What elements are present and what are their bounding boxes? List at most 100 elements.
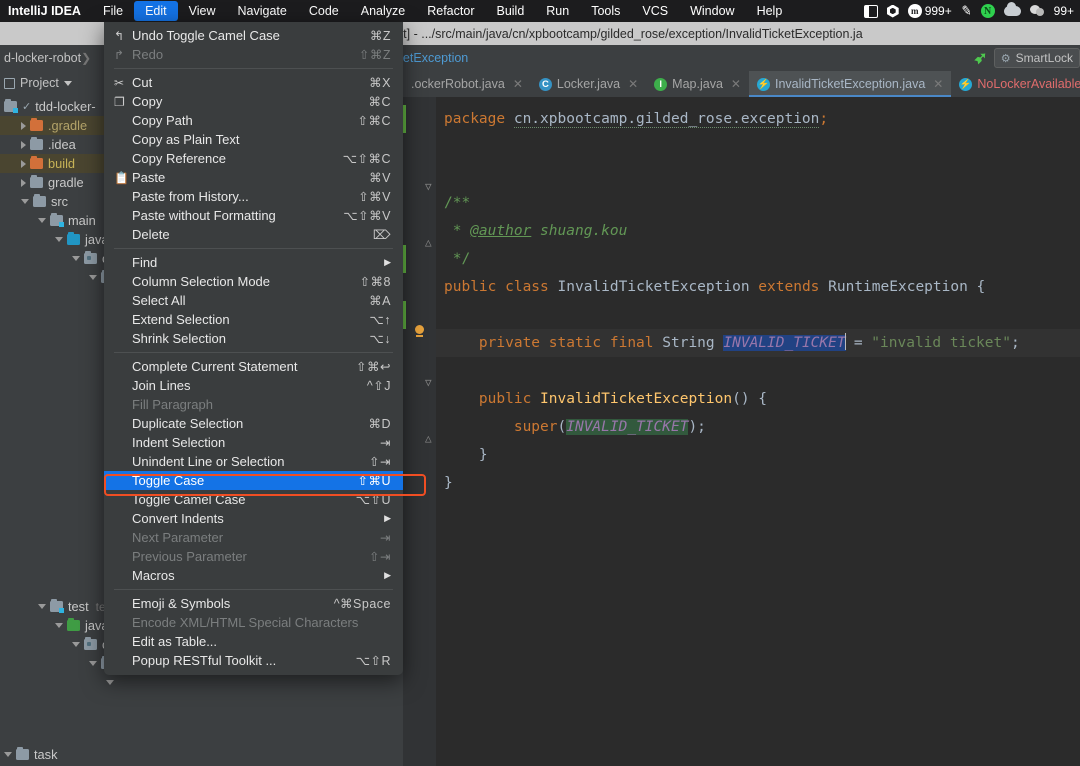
menu-item-paste-without-formatting[interactable]: Paste without Formatting⌥⇧⌘V: [104, 206, 403, 225]
code-line-ctor: public InvalidTicketException() {: [436, 385, 1080, 413]
menu-item-encode-xml-html-special-characters[interactable]: Encode XML/HTML Special Characters: [104, 613, 403, 632]
menu-item-paste[interactable]: 📋Paste⌘V: [104, 168, 403, 187]
collapse-arrow-icon[interactable]: [106, 680, 114, 685]
collapse-arrow-icon[interactable]: [21, 199, 29, 204]
menu-item-undo-toggle-camel-case[interactable]: ↰Undo Toggle Camel Case⌘Z: [104, 26, 403, 45]
menubar-item-build[interactable]: Build: [485, 1, 535, 21]
menu-item-column-selection-mode[interactable]: Column Selection Mode⇧⌘8: [104, 272, 403, 291]
collapse-arrow-icon[interactable]: [38, 218, 46, 223]
menu-item-toggle-camel-case[interactable]: Toggle Camel Case⌥⇧U: [104, 490, 403, 509]
hexagon-icon[interactable]: [887, 5, 899, 18]
menubar-item-help[interactable]: Help: [746, 1, 794, 21]
menu-item-convert-indents[interactable]: Convert Indents▶: [104, 509, 403, 528]
menu-item-duplicate-selection[interactable]: Duplicate Selection⌘D: [104, 414, 403, 433]
menubar-item-refactor[interactable]: Refactor: [416, 1, 485, 21]
menu-item-fill-paragraph[interactable]: Fill Paragraph: [104, 395, 403, 414]
editor-tab[interactable]: ⚡InvalidTicketException.java✕: [749, 71, 951, 97]
menu-item-previous-parameter[interactable]: Previous Parameter⇧⇥: [104, 547, 403, 566]
expand-arrow-icon[interactable]: [21, 160, 26, 168]
menu-item-edit-as-table[interactable]: Edit as Table...: [104, 632, 403, 651]
run-arrow-icon[interactable]: ➳: [969, 48, 993, 68]
run-configuration-selector[interactable]: ⚙ SmartLock: [994, 48, 1080, 68]
menu-item-indent-selection[interactable]: Indent Selection⇥: [104, 433, 403, 452]
menu-item-next-parameter[interactable]: Next Parameter⇥: [104, 528, 403, 547]
collapse-arrow-icon[interactable]: [55, 623, 63, 628]
menubar-item-view[interactable]: View: [178, 1, 227, 21]
menu-item-emoji-symbols[interactable]: Emoji & Symbols^⌘Space: [104, 594, 403, 613]
expand-arrow-icon[interactable]: [21, 141, 26, 149]
evernote-icon[interactable]: N: [981, 4, 995, 18]
expand-arrow-icon[interactable]: [21, 122, 26, 130]
tree-row[interactable]: task: [0, 745, 403, 764]
app-name-label[interactable]: IntelliJ IDEA: [0, 4, 92, 18]
menu-item-shortcut: ⌘X: [369, 75, 391, 90]
menu-item-redo[interactable]: ↱Redo⇧⌘Z: [104, 45, 403, 64]
menubar-item-vcs[interactable]: VCS: [631, 1, 679, 21]
navbar-project-crumb[interactable]: d-locker-robot ❯: [0, 51, 110, 65]
dingtalk-icon[interactable]: m: [908, 4, 922, 18]
close-icon[interactable]: ✕: [513, 77, 523, 91]
menubar-item-navigate[interactable]: Navigate: [227, 1, 298, 21]
menubar-item-tools[interactable]: Tools: [580, 1, 631, 21]
editor-tab[interactable]: CLocker.java✕: [531, 71, 646, 97]
collapse-arrow-icon[interactable]: [72, 642, 80, 647]
close-icon[interactable]: ✕: [933, 77, 943, 91]
menu-item-copy-reference[interactable]: Copy Reference⌥⇧⌘C: [104, 149, 403, 168]
menu-item-unindent-line-or-selection[interactable]: Unindent Line or Selection⇧⇥: [104, 452, 403, 471]
menu-item-join-lines[interactable]: Join Lines^⇧J: [104, 376, 403, 395]
collapse-arrow-icon[interactable]: [4, 752, 12, 757]
expand-arrow-icon[interactable]: [21, 179, 26, 187]
menu-item-copy[interactable]: ❐Copy⌘C: [104, 92, 403, 111]
menubar-status-tray[interactable]: m 999+ ✎ N 99+: [864, 3, 1080, 19]
cloud-icon[interactable]: [1004, 6, 1021, 16]
menu-item-select-all[interactable]: Select All⌘A: [104, 291, 403, 310]
mac-menu-bar[interactable]: IntelliJ IDEA FileEditViewNavigateCodeAn…: [0, 0, 1080, 22]
close-icon[interactable]: ✕: [731, 77, 741, 91]
collapse-arrow-icon[interactable]: [38, 604, 46, 609]
fold-marker-icon[interactable]: ▽: [425, 369, 432, 397]
editor-tab-bar[interactable]: .ockerRobot.java✕CLocker.java✕IMap.java✕…: [403, 71, 1080, 97]
intention-bulb-icon[interactable]: [415, 325, 424, 336]
pen-icon[interactable]: ✎: [960, 2, 973, 19]
code-content[interactable]: package cn.xpbootcamp.gilded_rose.except…: [436, 97, 1080, 766]
editor-tab[interactable]: ⚡NoLockerAvailableException.: [951, 71, 1080, 97]
menu-item-macros[interactable]: Macros▶: [104, 566, 403, 585]
code-editor[interactable]: package cn.xpbootcamp.gilded_rose.except…: [403, 97, 1080, 766]
menu-item-popup-restful-toolkit[interactable]: Popup RESTful Toolkit ...⌥⇧R: [104, 651, 403, 670]
collapse-arrow-icon[interactable]: [89, 661, 97, 666]
menu-item-shrink-selection[interactable]: Shrink Selection⌥↓: [104, 329, 403, 348]
fold-marker-icon[interactable]: △: [425, 425, 432, 453]
fold-marker-icon[interactable]: ▽: [425, 173, 432, 201]
layout-icon[interactable]: [864, 5, 878, 18]
close-icon[interactable]: ✕: [628, 77, 638, 91]
collapse-arrow-icon[interactable]: [55, 237, 63, 242]
menu-item-find[interactable]: Find▶: [104, 253, 403, 272]
chevron-down-icon[interactable]: [64, 81, 72, 86]
menu-item-extend-selection[interactable]: Extend Selection⌥↑: [104, 310, 403, 329]
menu-item-copy-path[interactable]: Copy Path⇧⌘C: [104, 111, 403, 130]
edit-menu-dropdown[interactable]: ↰Undo Toggle Camel Case⌘Z↱Redo⇧⌘Z ✂Cut⌘X❐…: [104, 22, 403, 675]
collapse-arrow-icon[interactable]: [89, 275, 97, 280]
menu-item-delete[interactable]: Delete⌦: [104, 225, 403, 244]
menu-item-copy-as-plain-text[interactable]: Copy as Plain Text: [104, 130, 403, 149]
tree-body-task[interactable]: task.gitkeepMDLocker.mdMDSmartLockerRobo…: [0, 743, 403, 766]
code-line: package cn.xpbootcamp.gilded_rose.except…: [436, 105, 1080, 133]
tree-row[interactable]: [0, 673, 403, 692]
fold-marker-icon[interactable]: △: [425, 229, 432, 257]
menu-item-shortcut: ⇧⌘C: [357, 113, 391, 128]
menubar-item-window[interactable]: Window: [679, 1, 745, 21]
menu-item-complete-current-statement[interactable]: Complete Current Statement⇧⌘↩: [104, 357, 403, 376]
menubar-item-edit[interactable]: Edit: [134, 1, 178, 21]
menu-item-cut[interactable]: ✂Cut⌘X: [104, 73, 403, 92]
menubar-item-run[interactable]: Run: [535, 1, 580, 21]
menu-item-paste-from-history[interactable]: Paste from History...⇧⌘V: [104, 187, 403, 206]
menu-item-toggle-case[interactable]: Toggle Case⇧⌘U: [104, 471, 403, 490]
wechat-icon[interactable]: [1030, 5, 1045, 17]
editor-tab[interactable]: .ockerRobot.java✕: [403, 71, 531, 97]
collapse-arrow-icon[interactable]: [72, 256, 80, 261]
menubar-item-file[interactable]: File: [92, 1, 134, 21]
menubar-item-code[interactable]: Code: [298, 1, 350, 21]
menu-items[interactable]: FileEditViewNavigateCodeAnalyzeRefactorB…: [92, 1, 793, 21]
menubar-item-analyze[interactable]: Analyze: [350, 1, 416, 21]
editor-tab[interactable]: IMap.java✕: [646, 71, 749, 97]
